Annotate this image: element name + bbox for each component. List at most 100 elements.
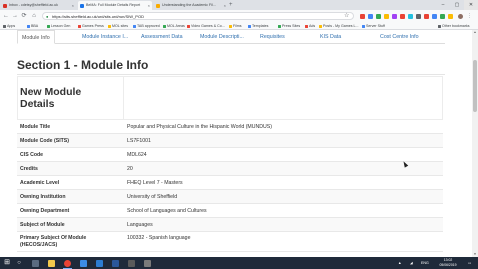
language-indicator[interactable]: ENG	[421, 257, 429, 269]
bookmark-label: Lesson Gen	[51, 24, 71, 28]
scrollbar-thumb[interactable]	[473, 60, 477, 112]
table-row: Academic Level FHEQ Level 7 - Masters	[17, 176, 443, 190]
mail-icon[interactable]	[96, 259, 103, 267]
browser-toolbar: ← → ⟳ ⌂ ● https://sits.sheffield.ac.uk/u…	[0, 10, 478, 22]
file-explorer-icon[interactable]	[48, 259, 55, 267]
home-button[interactable]: ⌂	[30, 12, 38, 20]
folder-icon	[319, 24, 322, 28]
close-tab-icon[interactable]: ×	[148, 1, 150, 10]
close-tab-icon[interactable]: ×	[224, 1, 226, 10]
folder-icon	[163, 24, 166, 28]
field-value: Popular and Physical Culture in the Hisp…	[127, 124, 272, 130]
search-icon[interactable]: ○	[14, 258, 24, 268]
extension-icon[interactable]	[408, 14, 413, 19]
profile-avatar[interactable]	[458, 14, 463, 19]
extension-icon[interactable]	[360, 14, 365, 19]
forward-button[interactable]: →	[11, 12, 19, 20]
extension-icon[interactable]	[376, 14, 381, 19]
bookmark-item[interactable]: BBA	[27, 22, 38, 30]
extension-icon[interactable]	[392, 14, 397, 19]
bookmark-item[interactable]: Video Games & Co...	[187, 22, 225, 30]
bookmark-item[interactable]: Other bookmarks	[438, 22, 470, 30]
bookmark-item[interactable]: Ads	[305, 22, 315, 30]
menu-icon[interactable]: ⋮	[467, 14, 472, 19]
bookmark-item[interactable]: Games Press	[78, 22, 104, 30]
tab-requisites[interactable]: Requisites	[260, 30, 285, 44]
close-tab-icon[interactable]: ×	[72, 1, 74, 10]
store-icon[interactable]	[80, 259, 87, 267]
field-label: Primary Subject Of Module (HECOS/JACS)	[20, 235, 87, 248]
bookmark-label: MOL sites	[112, 24, 129, 28]
clock[interactable]: 13:02 05/06/2019	[437, 258, 459, 268]
extension-icon[interactable]	[368, 14, 373, 19]
scroll-up-icon[interactable]: ▲	[472, 30, 478, 35]
bookmark-item[interactable]: MOL Areas	[163, 22, 185, 30]
browser-tab-understanding[interactable]: Understanding the Academic Fil... ×	[154, 1, 228, 10]
extension-icon[interactable]	[432, 14, 437, 19]
bookmark-item[interactable]: MOL sites	[108, 22, 128, 30]
bookmarks-bar: Apps BBA Lesson Gen Games Press MOL site…	[0, 22, 478, 30]
folder-icon	[27, 24, 30, 28]
media-icon[interactable]	[128, 259, 135, 267]
reload-button[interactable]: ⟳	[20, 12, 28, 20]
new-tab-button[interactable]: +	[229, 1, 233, 9]
windows-start-icon[interactable]: ⊞	[2, 258, 12, 268]
network-icon[interactable]: ▲	[398, 257, 402, 269]
volume-icon[interactable]: ◢	[410, 257, 413, 269]
minimize-button[interactable]: –	[436, 0, 450, 10]
tab-module-instance[interactable]: Module Instance I...	[82, 30, 128, 44]
bookmark-label: Templates	[252, 24, 269, 28]
bookmark-star-icon[interactable]: ☆	[344, 12, 349, 20]
field-label: CIS Code	[20, 152, 44, 158]
back-button[interactable]: ←	[2, 12, 10, 20]
task-view-icon[interactable]	[32, 259, 39, 267]
bookmark-item[interactable]: TAB approved	[133, 22, 160, 30]
settings-icon[interactable]	[144, 259, 151, 267]
bookmark-label: Apps	[7, 24, 16, 28]
extension-icon[interactable]	[424, 14, 429, 19]
address-bar[interactable]: ● https://sits.sheffield.ac.uk/urd/sits.…	[42, 12, 354, 20]
extension-icon[interactable]	[400, 14, 405, 19]
browser-tab-bema[interactable]: BeMA: Full Module Details Report ×	[78, 1, 152, 10]
panel-header-right	[124, 76, 443, 120]
folder-icon	[438, 24, 441, 28]
browser-tab-strip: Inbox - cdetsy@sheffield.ac.uk × BeMA: F…	[0, 0, 478, 10]
section-title: Section 1 - Module Info	[17, 58, 149, 72]
clock-date: 05/06/2019	[439, 263, 457, 267]
field-label: Module Code (SITS)	[20, 138, 69, 144]
tab-module-description[interactable]: Module Descripti...	[200, 30, 244, 44]
field-value: 20	[127, 166, 133, 172]
field-value: Languages	[127, 222, 153, 228]
word-icon[interactable]	[112, 259, 119, 267]
folder-icon	[305, 24, 308, 28]
bookmark-item[interactable]: Lesson Gen	[47, 22, 70, 30]
bookmark-item[interactable]: Posts - My Games L...	[319, 22, 359, 30]
bookmark-item[interactable]: Films	[229, 22, 242, 30]
field-value: 100332 - Spanish language	[127, 235, 191, 241]
maximize-button[interactable]: ▢	[450, 0, 464, 10]
extension-icon[interactable]	[440, 14, 445, 19]
folder-icon	[47, 24, 50, 28]
field-label: Academic Level	[20, 180, 60, 186]
extension-icon[interactable]	[416, 14, 421, 19]
field-value: School of Languages and Cultures	[127, 208, 207, 214]
extension-icon[interactable]	[448, 14, 453, 19]
field-value: FHEQ Level 7 - Masters	[127, 180, 183, 186]
notifications-icon[interactable]: ▭	[468, 257, 471, 269]
tab-module-info[interactable]: Module Info	[17, 30, 55, 44]
windows-taskbar: ⊞ ○ ▲ ◢ ENG 13:02 05/06/2019 ▭	[0, 257, 478, 269]
tab-cost-centre-info[interactable]: Cost Centre Info	[380, 30, 419, 44]
bookmark-label: TAB approved	[137, 24, 160, 28]
bookmark-item[interactable]: Templates	[248, 22, 268, 30]
bookmark-label: BBA	[31, 24, 39, 28]
bookmark-item[interactable]: Server Stuff	[362, 22, 385, 30]
extension-icon[interactable]	[384, 14, 389, 19]
chrome-icon[interactable]	[64, 259, 71, 267]
bookmark-item[interactable]: Press Sites	[278, 22, 300, 30]
browser-tab-inbox[interactable]: Inbox - cdetsy@sheffield.ac.uk ×	[1, 1, 76, 10]
bookmark-item[interactable]: Apps	[3, 22, 15, 30]
folder-icon	[278, 24, 281, 28]
close-window-button[interactable]: ✕	[464, 0, 478, 10]
tab-assessment-data[interactable]: Assessment Data	[141, 30, 183, 44]
tab-kis-data[interactable]: KIS Data	[320, 30, 341, 44]
